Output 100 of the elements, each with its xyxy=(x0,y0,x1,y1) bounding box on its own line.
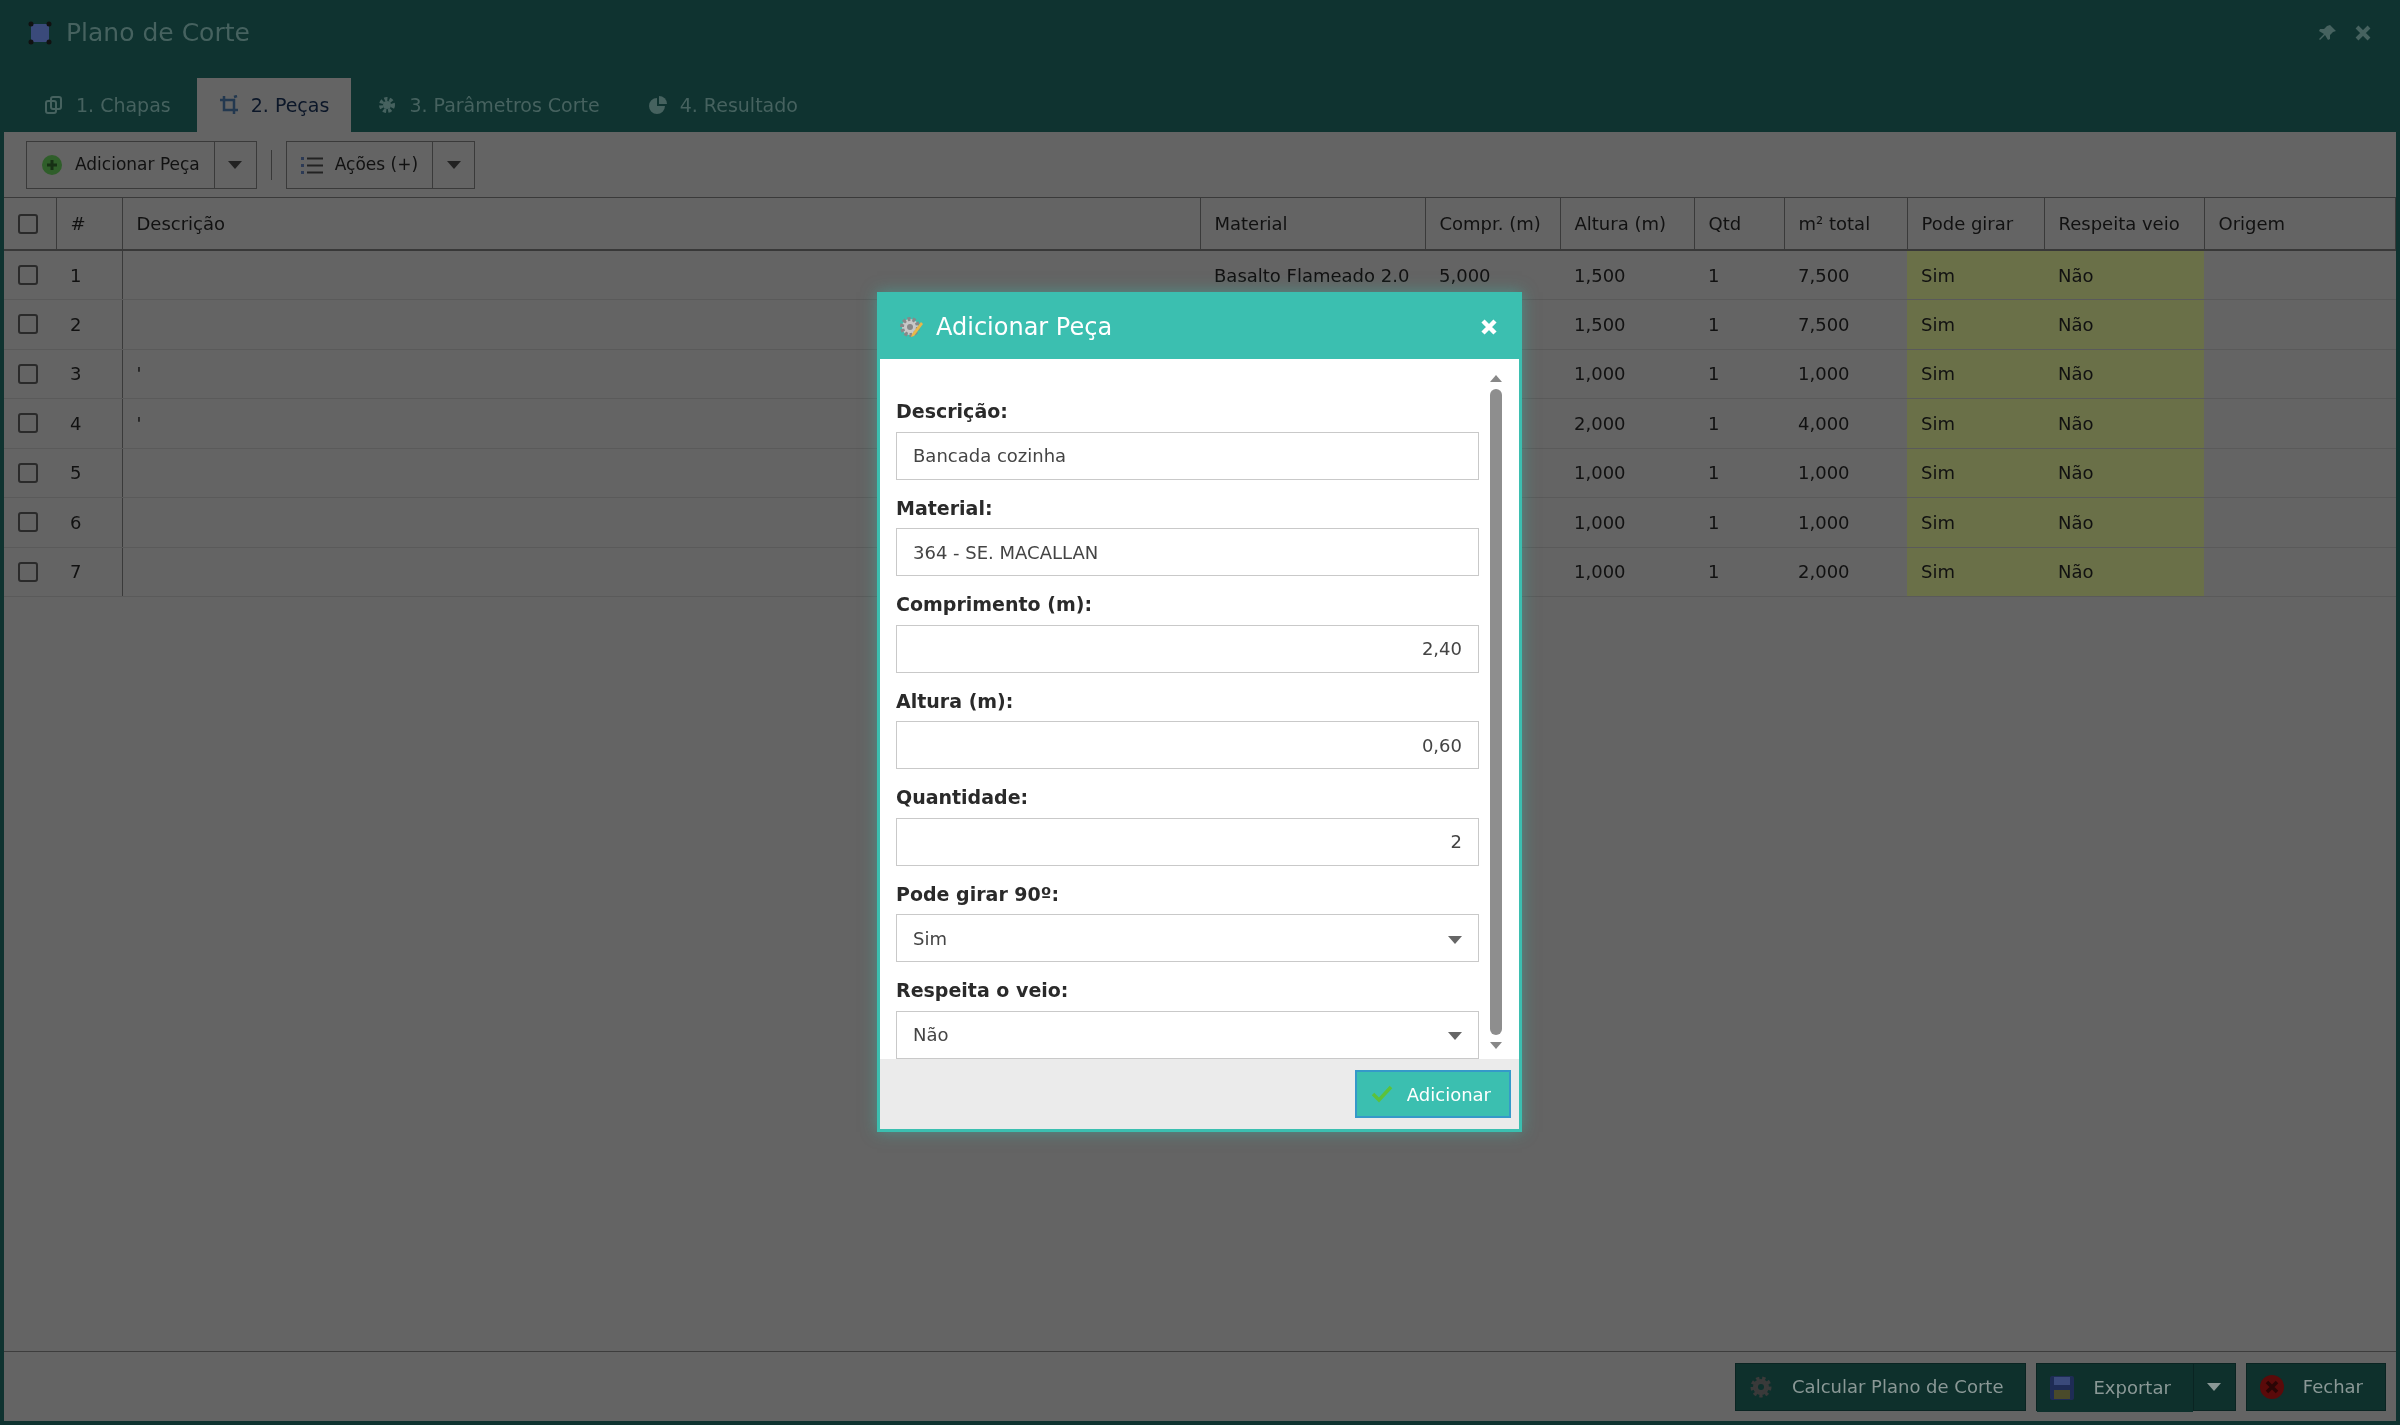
list-icon xyxy=(300,154,323,175)
pie-chart-icon xyxy=(647,95,668,115)
scroll-up-arrow-icon[interactable] xyxy=(1489,373,1503,383)
close-icon[interactable] xyxy=(2354,24,2372,42)
table-cell: Não xyxy=(2044,299,2204,349)
caret-icon xyxy=(1448,1032,1462,1040)
calculate-button[interactable]: Calcular Plano de Corte xyxy=(1735,1362,2027,1411)
app-logo-icon xyxy=(28,21,52,45)
table-cell: Sim xyxy=(1907,299,2044,349)
table-cell: Não xyxy=(2044,398,2204,448)
checkbox[interactable] xyxy=(18,462,38,483)
table-cell: Não xyxy=(2044,250,2204,300)
table-cell: Sim xyxy=(1907,547,2044,597)
table-cell: Sim xyxy=(1907,398,2044,448)
table-cell: 1,000 xyxy=(1798,511,1850,533)
column-header: Compr. (m) xyxy=(1425,198,1560,250)
table-cell: Não xyxy=(2044,547,2204,597)
checkbox[interactable] xyxy=(18,413,38,434)
input-field[interactable]: 2 xyxy=(896,817,1479,866)
gear-pencil-icon xyxy=(898,314,924,340)
table-cell: 1 xyxy=(1708,412,1720,434)
field-label: Quantidade: xyxy=(896,786,1029,808)
table-cell: 2,000 xyxy=(1574,412,1626,434)
table-cell: Basalto Flameado 2.0 xyxy=(1214,264,1410,286)
table-cell: 1,500 xyxy=(1574,313,1626,335)
table-cell: 1 xyxy=(1708,561,1720,583)
dropdown-field[interactable]: Sim xyxy=(896,914,1479,962)
input-field[interactable]: 364 - SE. MACALLAN xyxy=(896,528,1479,576)
table-cell: 1,000 xyxy=(1574,363,1626,385)
table-cell: 1 xyxy=(1708,363,1720,385)
table-cell: 6 xyxy=(70,511,82,533)
table-cell: 4 xyxy=(70,412,82,434)
caret-icon xyxy=(228,160,243,169)
column-header: m² total xyxy=(1784,198,1907,250)
column-header: Material xyxy=(1200,198,1425,250)
table-cell: Sim xyxy=(1907,250,2044,300)
field-label: Material: xyxy=(896,496,993,519)
table-cell: Não xyxy=(2044,349,2204,399)
table-cell: ' xyxy=(136,363,142,385)
caret-icon xyxy=(1448,935,1462,944)
field-label: Pode girar 90º: xyxy=(896,882,1060,905)
checkbox[interactable] xyxy=(18,265,38,285)
table-cell: 1 xyxy=(1708,313,1720,335)
input-field[interactable]: 2,40 xyxy=(896,624,1479,673)
scroll-down-arrow-icon[interactable] xyxy=(1489,1041,1503,1051)
table-cell: 5 xyxy=(70,462,82,484)
column-header: Descrição xyxy=(122,198,1200,250)
table-cell: Não xyxy=(2044,448,2204,498)
pin-icon[interactable] xyxy=(2318,23,2338,43)
table-cell: 1 xyxy=(70,264,82,286)
copy-icon xyxy=(44,95,64,115)
table-cell: 7,500 xyxy=(1798,264,1850,286)
gear-icon xyxy=(377,95,398,115)
checkbox[interactable] xyxy=(18,363,38,384)
table-cell: 2 xyxy=(70,313,82,335)
column-header: Origem xyxy=(2204,198,2396,250)
field-label: Altura (m): xyxy=(896,689,1014,712)
table-cell: 4,000 xyxy=(1798,412,1850,434)
checkbox[interactable] xyxy=(18,561,38,582)
table-cell: Não xyxy=(2044,497,2204,547)
dropdown-field[interactable]: Não xyxy=(896,1010,1479,1059)
close-circle-icon xyxy=(2258,1373,2285,1400)
checkmark-icon xyxy=(1370,1085,1393,1103)
close-button[interactable]: Fechar xyxy=(2245,1362,2386,1411)
table-cell: 1,000 xyxy=(1574,511,1626,533)
column-header: # xyxy=(56,198,122,250)
table-cell: 1,000 xyxy=(1574,462,1626,484)
table-cell: 7 xyxy=(70,561,82,583)
plus-circle-icon xyxy=(41,153,63,176)
table-cell: 1 xyxy=(1708,264,1720,286)
column-header: Qtd xyxy=(1694,198,1784,250)
table-cell: 2,000 xyxy=(1798,561,1850,583)
checkbox[interactable] xyxy=(18,213,38,234)
checkbox[interactable] xyxy=(18,512,38,533)
field-label: Descrição: xyxy=(896,400,1008,422)
table-cell: Sim xyxy=(1907,448,2044,498)
checkbox[interactable] xyxy=(18,314,38,335)
field-label: Respeita o veio: xyxy=(896,979,1069,1001)
table-cell: ' xyxy=(136,412,142,434)
table-cell: 1,000 xyxy=(1798,363,1850,385)
table-cell: 5,000 xyxy=(1439,264,1491,286)
table-cell: 1,000 xyxy=(1798,462,1850,484)
crop-icon xyxy=(218,95,239,115)
caret-icon xyxy=(446,160,461,169)
dialog-title: Adicionar Peça xyxy=(936,312,1114,343)
table-cell: 1,000 xyxy=(1574,561,1626,583)
table-cell: 1 xyxy=(1708,462,1720,484)
table-cell: Sim xyxy=(1907,497,2044,547)
scrollbar-thumb[interactable] xyxy=(1490,389,1502,1035)
table-cell: 3 xyxy=(70,363,82,385)
close-button[interactable] xyxy=(1479,317,1499,337)
table-cell: 7,500 xyxy=(1798,313,1850,335)
table-cell: 1 xyxy=(1708,511,1720,533)
table-cell: Sim xyxy=(1907,349,2044,399)
column-header: Altura (m) xyxy=(1560,198,1694,250)
input-field[interactable]: 0,60 xyxy=(896,721,1479,769)
input-field[interactable]: Bancada cozinha xyxy=(896,431,1479,480)
field-label: Comprimento (m): xyxy=(896,593,1092,615)
caret-icon xyxy=(2207,1382,2222,1391)
tab[interactable]: 2. Peças xyxy=(196,78,352,132)
